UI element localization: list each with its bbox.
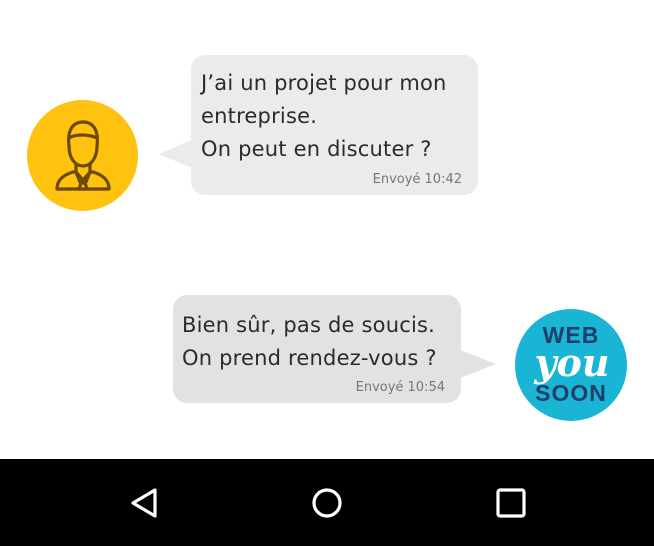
webyousoon-logo: WEB you SOON <box>533 322 609 406</box>
chat-screen: J’ai un projet pour mon entreprise. On p… <box>0 0 654 546</box>
back-button[interactable] <box>124 481 168 525</box>
received-message-bubble[interactable]: J’ai un projet pour mon entreprise. On p… <box>191 55 478 195</box>
home-button[interactable] <box>305 481 349 525</box>
message-text: Bien sûr, pas de soucis. On prend rendez… <box>182 313 437 370</box>
logo-word-soon: SOON <box>535 380 607 406</box>
back-triangle-icon <box>131 488 157 518</box>
sent-bubble-tail <box>460 350 496 378</box>
brand-avatar: WEB you SOON <box>515 309 627 421</box>
message-text: J’ai un projet pour mon entreprise. On p… <box>201 71 447 161</box>
received-bubble-tail <box>159 140 192 168</box>
navigation-bar <box>0 459 654 546</box>
message-timestamp: Envoyé 10:42 <box>372 172 462 187</box>
message-timestamp: Envoyé 10:54 <box>355 380 445 395</box>
contact-avatar <box>27 100 138 211</box>
home-circle-icon <box>312 488 342 518</box>
sent-message-bubble[interactable]: Bien sûr, pas de soucis. On prend rendez… <box>173 295 461 403</box>
recents-square-icon <box>496 488 526 518</box>
businessman-icon <box>55 120 111 191</box>
recents-button[interactable] <box>489 481 533 525</box>
logo-word-you: you <box>533 340 609 385</box>
